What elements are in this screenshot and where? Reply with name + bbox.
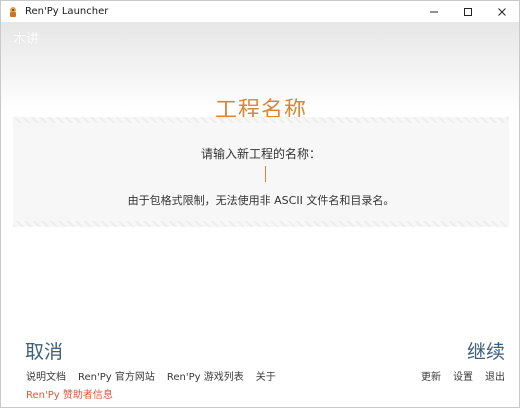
project-name-input[interactable] — [261, 165, 273, 183]
update-link[interactable]: 更新 — [421, 368, 441, 383]
cancel-button[interactable]: 取消 — [25, 337, 63, 364]
footer-links-left: 说明文档 Ren'Py 官方网站 Ren'Py 游戏列表 关于 — [26, 368, 276, 383]
documentation-link[interactable]: 说明文档 — [26, 368, 66, 383]
input-panel: 请输入新工程的名称： 由于包格式限制，无法使用非 ASCII 文件名和目录名。 — [13, 117, 509, 227]
preferences-link[interactable]: 设置 — [453, 368, 473, 383]
window-controls — [417, 1, 519, 22]
renpy-logo-icon — [10, 6, 16, 17]
renpy-games-list-link[interactable]: Ren'Py 游戏列表 — [167, 368, 244, 383]
input-panel-body: 请输入新工程的名称： 由于包格式限制，无法使用非 ASCII 文件名和目录名。 — [13, 123, 509, 221]
sponsor-link[interactable]: Ren'Py 赞助者信息 — [26, 386, 113, 401]
about-link[interactable]: 关于 — [256, 368, 276, 383]
launcher-content: 木讲 工程名称 请输入新工程的名称： 由于包格式限制，无法使用非 ASCII 文… — [1, 22, 519, 407]
maximize-icon — [464, 7, 472, 16]
quit-link[interactable]: 退出 — [485, 368, 505, 383]
renpy-website-link[interactable]: Ren'Py 官方网站 — [78, 368, 155, 383]
ascii-note: 由于包格式限制，无法使用非 ASCII 文件名和目录名。 — [127, 194, 395, 207]
minimize-icon — [430, 11, 438, 12]
launcher-window: Ren'Py Launcher 木讲 工程名称 请输入新工程的名称： 由于包格式… — [0, 0, 520, 408]
footer-links-right: 更新 设置 退出 — [421, 368, 505, 383]
background-label: 木讲 — [13, 32, 40, 47]
close-icon — [498, 7, 506, 16]
right-edge — [520, 0, 529, 414]
close-button[interactable] — [485, 1, 519, 22]
window-title: Ren'Py Launcher — [25, 6, 109, 17]
continue-button[interactable]: 继续 — [467, 337, 505, 364]
maximize-button[interactable] — [451, 1, 485, 22]
text-caret — [265, 166, 266, 182]
minimize-button[interactable] — [417, 1, 451, 22]
title-bar: Ren'Py Launcher — [1, 1, 519, 22]
name-prompt: 请输入新工程的名称： — [200, 147, 321, 161]
